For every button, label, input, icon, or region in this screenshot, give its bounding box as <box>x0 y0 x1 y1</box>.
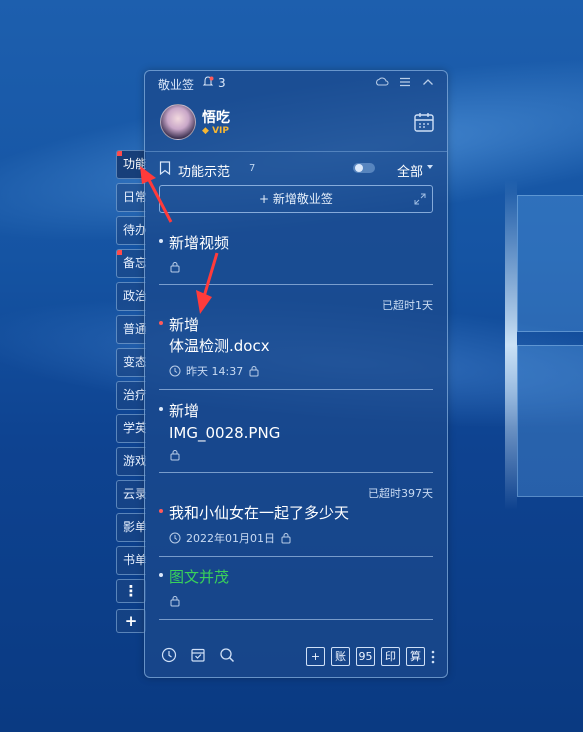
windows-logo-pane <box>517 195 583 332</box>
overdue-label: 已超时1天 <box>382 299 433 312</box>
number-95-button[interactable]: 95 <box>356 647 375 666</box>
more-categories-button[interactable]: ⋮ <box>116 579 146 603</box>
note-title-line2[interactable]: 体温检测.docx <box>169 336 270 357</box>
windows-logo-beam <box>505 180 517 510</box>
archive-icon[interactable] <box>190 647 206 663</box>
note-item[interactable]: 新增视频 <box>159 229 433 285</box>
menu-icon[interactable] <box>398 75 412 89</box>
note-title[interactable]: 新增 <box>169 401 199 422</box>
note-panel: 敬业签 3 悟吃 ◆ VIP 功能示范 7 全部 + 新增敬业签 新增视频 已超… <box>144 70 448 678</box>
note-divider <box>159 389 433 390</box>
panel-bottombar: + 账 95 印 算 <box>145 637 447 677</box>
note-count: 7 <box>249 163 256 174</box>
bottom-right-tools: + 账 95 印 算 <box>306 647 435 666</box>
avatar[interactable] <box>160 104 196 140</box>
lock-icon[interactable] <box>280 532 292 544</box>
note-divider <box>159 284 433 285</box>
category-tab-zhengzhi[interactable]: 政治 <box>116 282 146 311</box>
category-tab-youxi[interactable]: 游戏 <box>116 447 146 476</box>
note-bullet <box>159 573 163 577</box>
add-note-button[interactable]: + 新增敬业签 <box>159 185 433 213</box>
add-category-button[interactable]: + <box>116 609 146 633</box>
note-divider <box>159 556 433 557</box>
current-category-label: 功能示范 <box>178 165 231 180</box>
note-meta: 昨天 14:37 <box>169 363 260 379</box>
notification-count: 3 <box>218 76 226 90</box>
category-tab-daiban[interactable]: 待办 <box>116 216 146 245</box>
category-tab-xueying[interactable]: 学英 <box>116 414 146 443</box>
bottom-left-tools <box>161 647 235 663</box>
category-tab-richang[interactable]: 日常 <box>116 183 146 212</box>
overdue-label: 已超时397天 <box>368 487 433 500</box>
note-item[interactable]: 图文并茂 <box>159 563 433 620</box>
note-meta <box>169 261 181 273</box>
lock-icon[interactable] <box>248 365 260 377</box>
bookmark-icon <box>159 161 171 175</box>
scope-dropdown[interactable]: 全部 <box>397 161 423 180</box>
note-title[interactable]: 新增 <box>169 315 199 336</box>
expand-icon[interactable] <box>414 193 426 205</box>
category-tab-beiwang[interactable]: 备忘 <box>116 249 146 278</box>
note-bullet <box>159 407 163 411</box>
print-button[interactable]: 印 <box>381 647 400 666</box>
clock-icon <box>169 532 181 544</box>
category-tab-yunlu[interactable]: 云录 <box>116 480 146 509</box>
category-tab-yingdan[interactable]: 影单 <box>116 513 146 542</box>
note-title[interactable]: 新增视频 <box>169 233 229 254</box>
username: 悟吃 <box>202 110 230 126</box>
panel-topbar: 敬业签 3 <box>145 71 447 95</box>
note-title[interactable]: 图文并茂 <box>169 567 229 588</box>
note-meta <box>169 595 181 607</box>
note-bullet <box>159 509 163 513</box>
note-item[interactable]: 新增 IMG_0028.PNG <box>159 396 433 473</box>
chevron-down-icon[interactable] <box>427 165 433 169</box>
user-row: 悟吃 ◆ VIP <box>145 101 447 149</box>
note-divider <box>159 619 433 620</box>
calculator-button[interactable]: 算 <box>406 647 425 666</box>
history-icon[interactable] <box>161 647 177 663</box>
note-meta <box>169 449 181 461</box>
divider <box>145 151 447 152</box>
note-title[interactable]: 我和小仙女在一起了多少天 <box>169 503 349 524</box>
vip-label: VIP <box>212 126 229 136</box>
category-tabs: 功能 日常 待办 备忘 政治 普通 变态 治疗 学英 游戏 云录 影单 书单 ⋮… <box>116 150 146 639</box>
more-vertical-icon[interactable] <box>431 649 435 665</box>
plus-icon: + <box>259 192 273 206</box>
calendar-icon[interactable] <box>413 111 435 133</box>
cloud-sync-icon[interactable] <box>375 75 389 89</box>
account-button[interactable]: 账 <box>331 647 350 666</box>
add-button[interactable]: + <box>306 647 325 666</box>
bell-icon[interactable] <box>202 76 214 88</box>
category-tab-zhiliao[interactable]: 治疗 <box>116 381 146 410</box>
lock-icon[interactable] <box>169 595 181 607</box>
vip-badge: ◆ VIP <box>202 126 229 136</box>
note-title-line2[interactable]: IMG_0028.PNG <box>169 423 280 444</box>
category-tab-biantai[interactable]: 变态 <box>116 348 146 377</box>
collapse-icon[interactable] <box>421 75 435 89</box>
note-meta: 2022年01月01日 <box>169 530 292 546</box>
note-item[interactable]: 已超时1天 新增 体温检测.docx 昨天 14:37 <box>159 291 433 390</box>
category-tab-putong[interactable]: 普通 <box>116 315 146 344</box>
app-title[interactable]: 敬业签 <box>158 76 194 93</box>
lock-icon[interactable] <box>169 261 181 273</box>
category-tab-shudan[interactable]: 书单 <box>116 546 146 575</box>
note-divider <box>159 472 433 473</box>
windows-logo-pane <box>517 345 583 497</box>
note-date: 2022年01月01日 <box>186 532 275 545</box>
window-controls <box>375 75 435 89</box>
search-icon[interactable] <box>219 647 235 663</box>
note-item[interactable]: 已超时397天 我和小仙女在一起了多少天 2022年01月01日 <box>159 479 433 557</box>
lock-icon[interactable] <box>169 449 181 461</box>
add-note-label: 新增敬业签 <box>272 192 333 206</box>
note-bullet <box>159 321 163 325</box>
category-tab-gongneng[interactable]: 功能 <box>116 150 146 179</box>
note-time: 昨天 14:37 <box>186 365 244 378</box>
clock-icon <box>169 365 181 377</box>
note-bullet <box>159 239 163 243</box>
filter-toggle[interactable] <box>353 163 375 173</box>
filter-row: 功能示范 7 全部 <box>159 159 433 180</box>
